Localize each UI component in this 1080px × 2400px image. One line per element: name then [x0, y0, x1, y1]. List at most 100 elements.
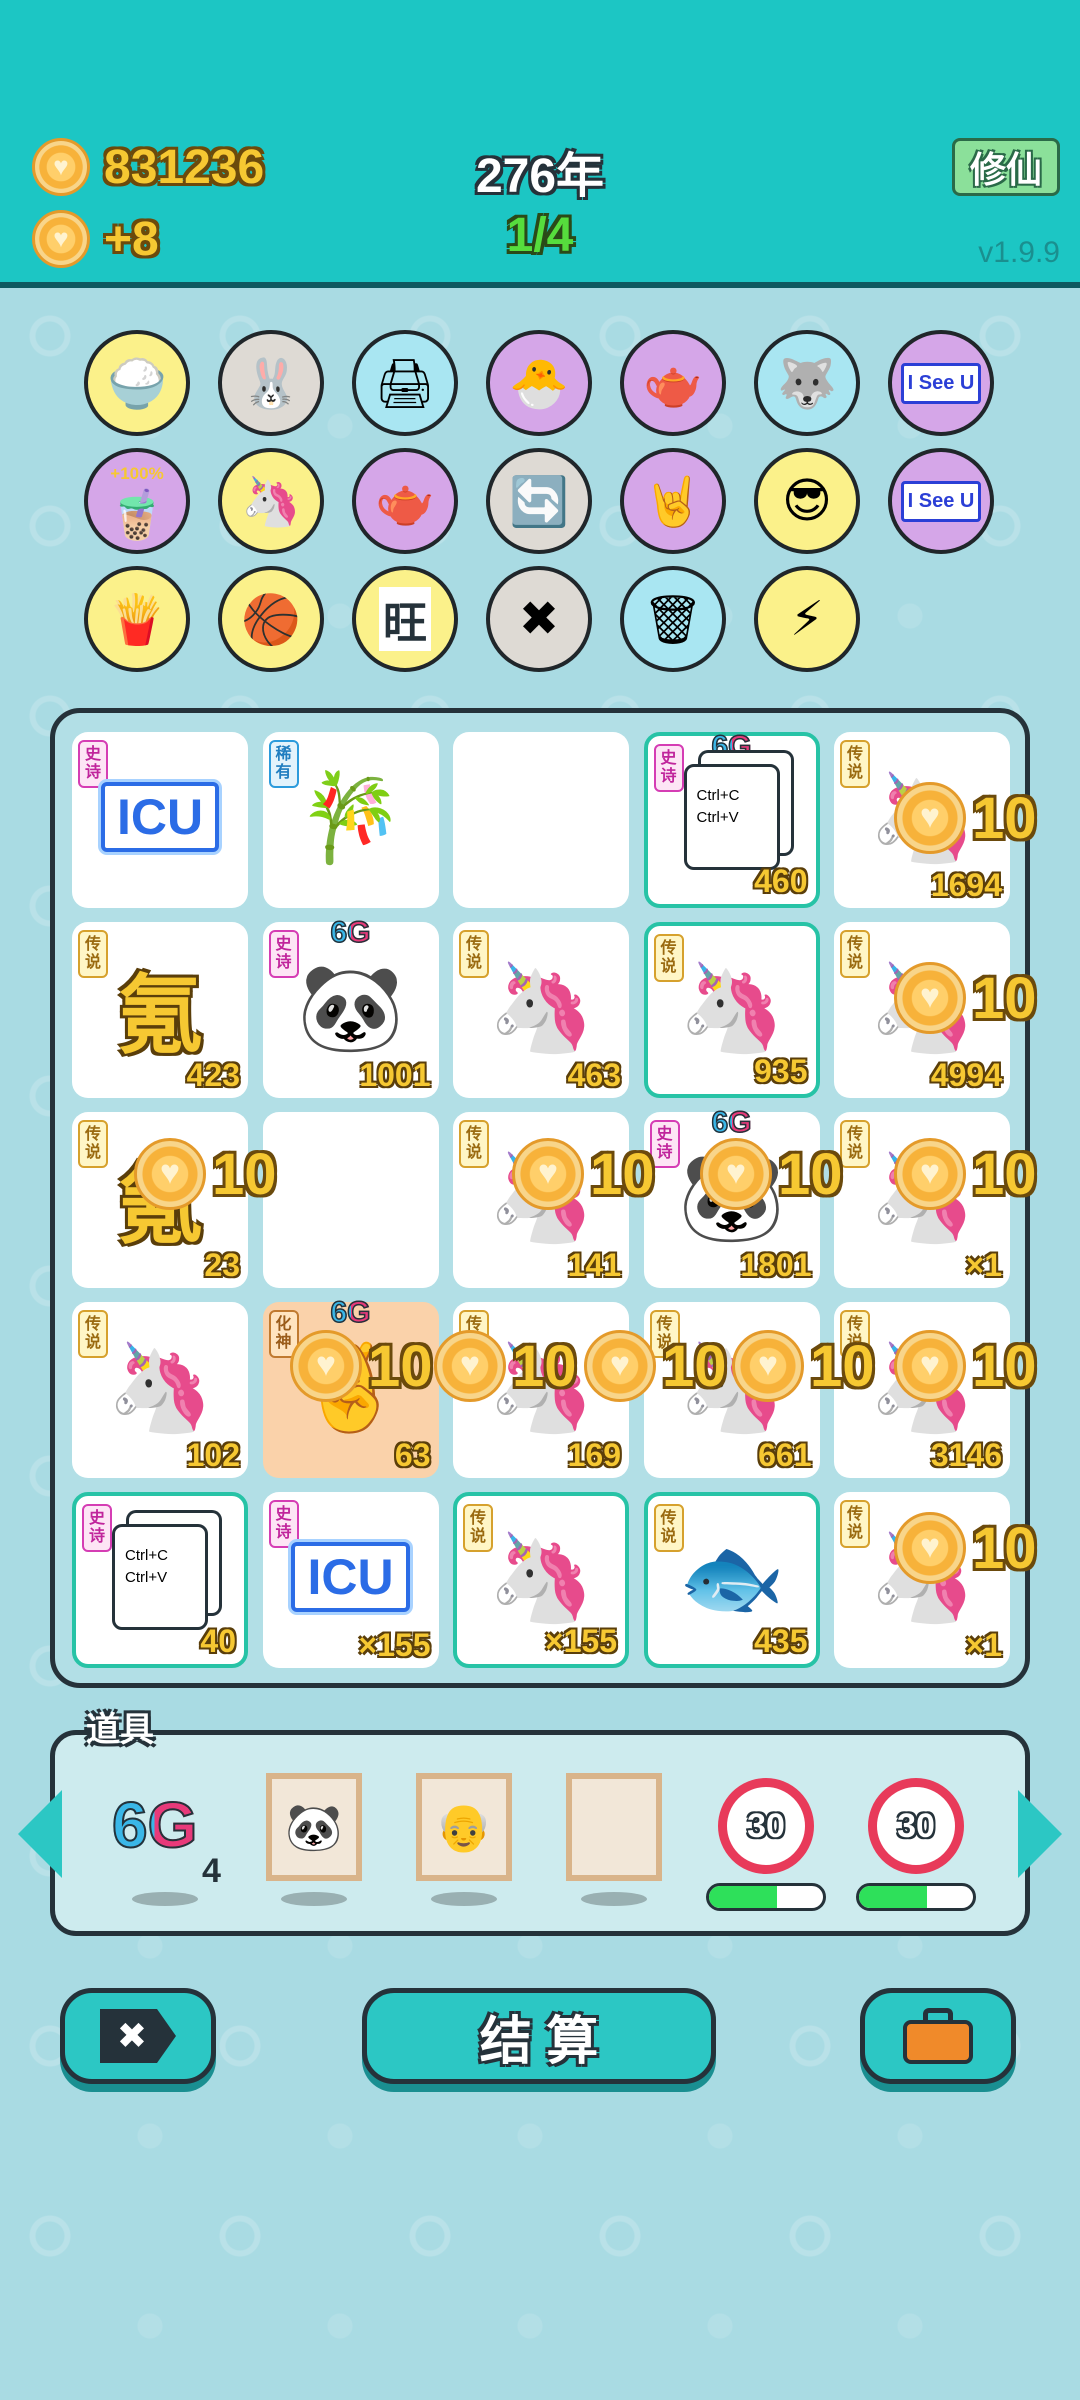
items-next-arrow[interactable]	[1018, 1790, 1062, 1878]
bubble-tea-icon[interactable]: +100% 🧋	[84, 448, 190, 554]
board-cell[interactable]: 史诗 6G Ctrl+C Ctrl+V 460	[643, 729, 820, 908]
unit-icon: 🦄	[487, 1529, 595, 1626]
coin-icon	[894, 782, 966, 854]
coin-popup-value: 10	[972, 785, 1037, 851]
coin-popup: 10	[284, 1330, 433, 1402]
blank-frame-item[interactable]	[566, 1773, 662, 1881]
board-cell[interactable]: 史诗 6G 🐼 1001	[262, 915, 439, 1098]
sunglasses-cat-icon[interactable]: 😎	[754, 448, 860, 554]
gravy-boat-icon[interactable]: 🫖	[352, 448, 458, 554]
fries-icon[interactable]: 🍟	[84, 566, 190, 672]
coin-popup-value: 10	[972, 965, 1037, 1031]
cultivate-label: 修仙	[969, 149, 1042, 190]
unit-count: 1694	[930, 867, 1002, 903]
coin-icon	[434, 1330, 506, 1402]
timer-item[interactable]: 30	[718, 1778, 814, 1874]
skill-glyph: 🐣	[509, 357, 569, 411]
skill-glyph: 🍚	[107, 357, 167, 411]
egg-chick-icon[interactable]: 🐣	[486, 330, 592, 436]
items-prev-arrow[interactable]	[18, 1790, 62, 1878]
skill-text: I See U	[900, 362, 982, 404]
coin-popup: 10	[888, 962, 1037, 1034]
coin-icon	[700, 1138, 772, 1210]
unit-count: 3146	[930, 1437, 1002, 1473]
coin-popup-value: 10	[212, 1141, 277, 1207]
gravy-boat-icon[interactable]: 🫖	[620, 330, 726, 436]
board-cell[interactable]: 传说氪 423	[72, 922, 248, 1098]
coin-popup-value: 10	[972, 1141, 1037, 1207]
timer-item[interactable]: 30	[868, 1778, 964, 1874]
rabbit-icon[interactable]: 🐰	[218, 330, 324, 436]
lightning-icon[interactable]: ⚡	[754, 566, 860, 672]
cultivate-button[interactable]: 修仙	[952, 138, 1060, 196]
board-cell[interactable]: 史诗 ICU ×155	[262, 1492, 439, 1668]
skill-glyph: 🧋	[107, 488, 167, 542]
board-cell[interactable]: 传说 🦄 463	[453, 922, 629, 1098]
item-shadow	[431, 1892, 497, 1906]
unit-count: 4994	[930, 1057, 1002, 1093]
coin-icon	[134, 1138, 206, 1210]
skill-glyph: 🦄	[241, 475, 301, 529]
board-cell[interactable]: 史诗 ICU	[72, 732, 248, 908]
rice-bowl-icon[interactable]: 🍚	[84, 330, 190, 436]
version-label: v1.9.9	[978, 236, 1060, 269]
husky-icon[interactable]: 🐺	[754, 330, 860, 436]
panda-frame-item[interactable]: 🐼	[266, 1773, 362, 1881]
year-label: 276年	[475, 150, 605, 203]
cell-art: 🐟	[648, 1524, 816, 1630]
i-see-u-icon[interactable]: I See U	[888, 330, 994, 436]
refresh-icon[interactable]: 🔄	[486, 448, 592, 554]
cell-art: 🦄	[457, 1524, 625, 1630]
wave-progress: 1/4	[506, 209, 574, 262]
board-cell[interactable]: 史诗 Ctrl+C Ctrl+V 40	[72, 1492, 248, 1668]
board-cell[interactable]	[453, 732, 629, 908]
skill-glyph: 🖨	[374, 357, 436, 411]
board-cell[interactable]	[262, 1112, 439, 1288]
trash-bag-icon[interactable]: 🗑	[620, 566, 726, 672]
skill-glyph: 😎	[781, 475, 833, 528]
coin-popup: 10	[888, 1138, 1037, 1210]
board-cell[interactable]: 传说 🦄 935	[643, 922, 820, 1098]
unicorn-icon[interactable]: 🦄	[218, 448, 324, 554]
basketballs-icon[interactable]: 🏀	[218, 566, 324, 672]
coin-popup-value: 10	[972, 1333, 1037, 1399]
unit-count: 1001	[359, 1057, 431, 1093]
coin-icon	[894, 1330, 966, 1402]
rock-hand-icon[interactable]: 🤘	[620, 448, 726, 554]
cell-art: 🦄	[72, 1330, 248, 1444]
coin-icon	[894, 1138, 966, 1210]
settle-label: 结 算	[479, 2012, 599, 2071]
board-cell[interactable]: 传说 🦄 102	[72, 1302, 248, 1478]
bag-button[interactable]	[860, 1988, 1016, 2084]
remove-button[interactable]: ✖	[60, 1988, 216, 2084]
old-man-frame-item[interactable]: 👴	[416, 1773, 512, 1881]
unit-icon: 🦄	[487, 959, 595, 1056]
coin-popup-value: 10	[590, 1141, 655, 1207]
board-cell[interactable]: 传说 🐟 435	[643, 1492, 820, 1668]
timer-progress-bar	[706, 1883, 826, 1911]
items-title: 道具	[86, 1711, 154, 1749]
6g-badge: 6G	[711, 729, 753, 764]
unit-icon: 🐟	[677, 1529, 786, 1626]
wang-tiles-icon[interactable]: 旺	[352, 566, 458, 672]
coin-popup: 10	[428, 1330, 577, 1402]
skill-glyph: 🐰	[241, 357, 301, 411]
unit-count: 935	[754, 1053, 808, 1089]
cell-art: ICU	[72, 760, 248, 874]
printer-icon[interactable]: 🖨	[352, 330, 458, 436]
coin-icon	[584, 1330, 656, 1402]
coin-popup: 10	[578, 1330, 727, 1402]
skill-glyph: 🍟	[107, 593, 167, 647]
skill-glyph: 🏀	[241, 593, 301, 647]
copy-paste-icon: Ctrl+C Ctrl+V	[112, 1524, 208, 1630]
i-see-u-icon[interactable]: I See U	[888, 448, 994, 554]
board-cell[interactable]: 稀有 🎋	[262, 732, 439, 908]
delete-icon[interactable]: ✖	[486, 566, 592, 672]
old-man-icon: 👴	[435, 1800, 493, 1853]
item-shadow	[132, 1892, 198, 1906]
6g-item[interactable]: 6G	[111, 1788, 198, 1862]
settle-button[interactable]: 结 算	[362, 1988, 716, 2084]
coin-popup: 10	[694, 1138, 843, 1210]
delete-icon: ✖	[100, 2009, 176, 2063]
board-cell[interactable]: 传说 🦄 ×155	[453, 1492, 629, 1668]
